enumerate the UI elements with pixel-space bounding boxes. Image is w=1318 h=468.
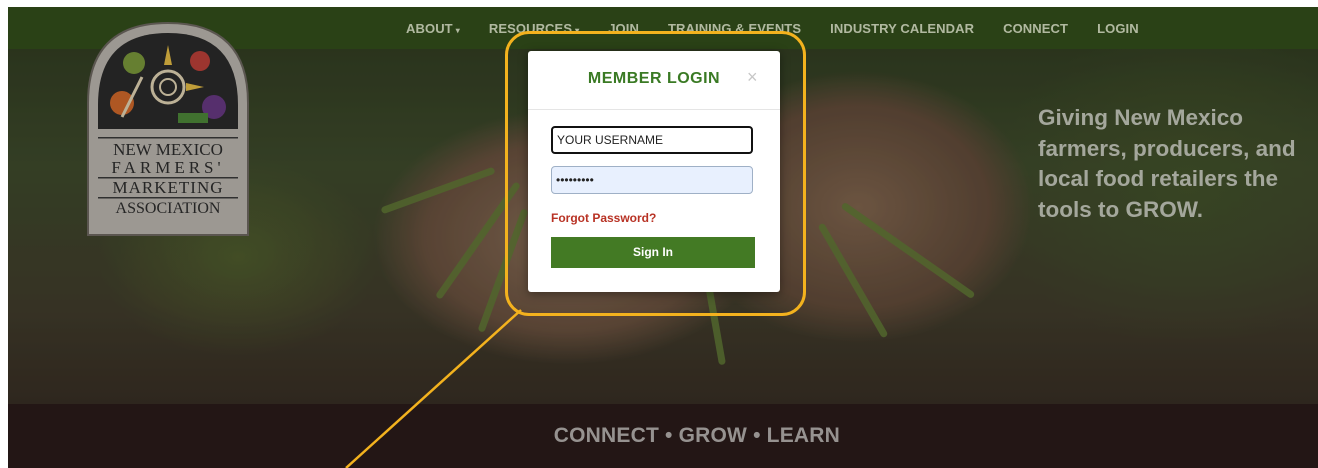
callout-pointer-line	[345, 309, 522, 468]
